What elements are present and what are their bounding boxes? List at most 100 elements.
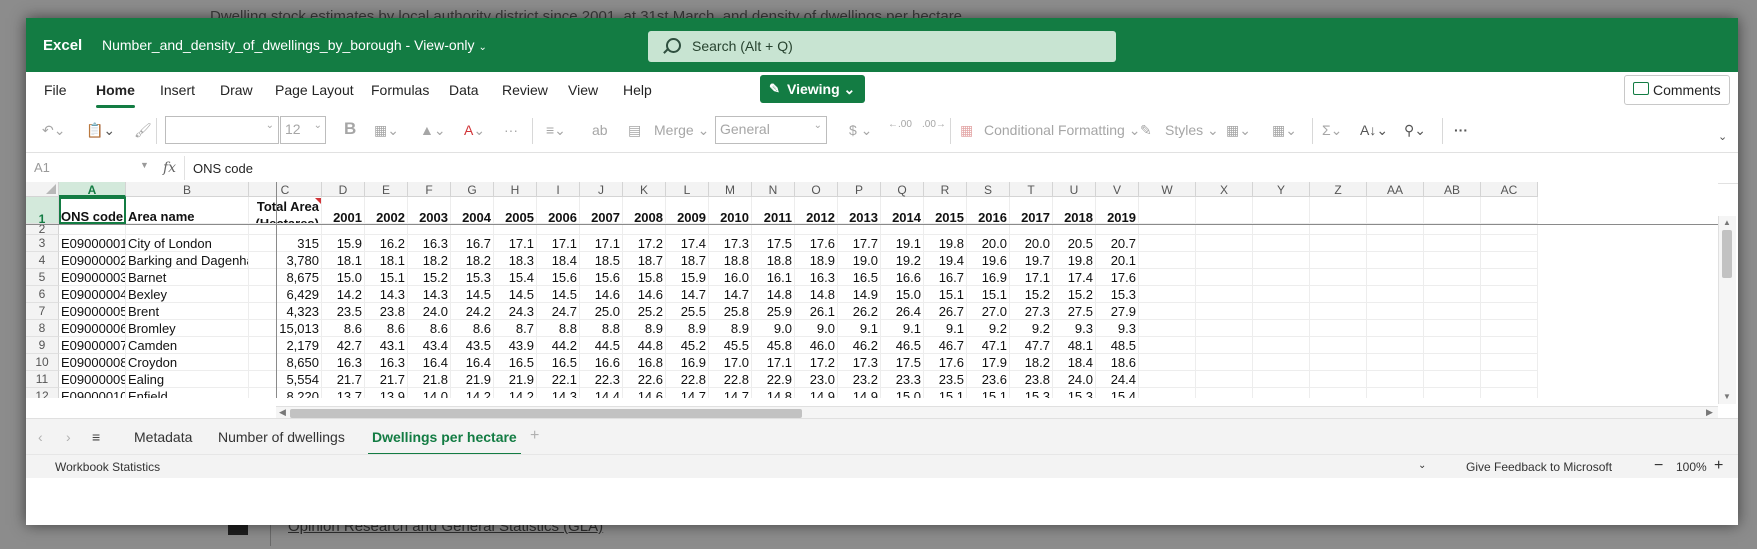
cell[interactable]: [1367, 388, 1424, 398]
align-icon[interactable]: ≡⌄: [546, 122, 566, 139]
cell[interactable]: [1310, 371, 1367, 388]
cell-density[interactable]: 16.8: [623, 354, 666, 371]
cell-density[interactable]: 14.7: [709, 388, 752, 398]
cell[interactable]: [1010, 224, 1053, 235]
cell-density[interactable]: 43.5: [451, 337, 494, 354]
cell[interactable]: [1253, 320, 1310, 337]
cell-density[interactable]: 16.2: [365, 235, 408, 252]
cell-density[interactable]: 18.8: [752, 252, 795, 269]
column-header[interactable]: AB: [1424, 182, 1481, 197]
cell-density[interactable]: 8.6: [365, 320, 408, 337]
font-name-box[interactable]: ⌄: [165, 116, 279, 144]
cell[interactable]: [1310, 303, 1367, 320]
cell-density[interactable]: 17.9: [967, 354, 1010, 371]
cell-density[interactable]: 16.3: [365, 354, 408, 371]
cell[interactable]: [1139, 388, 1196, 398]
cell-area-name-header[interactable]: Area name: [126, 197, 249, 224]
cell-density[interactable]: 14.7: [666, 388, 709, 398]
cell-density[interactable]: 17.7: [838, 235, 881, 252]
cell-density[interactable]: 8.6: [451, 320, 494, 337]
cell-density[interactable]: 43.9: [494, 337, 537, 354]
cell-density[interactable]: 9.0: [795, 320, 838, 337]
cell[interactable]: [1196, 354, 1253, 371]
cell-density[interactable]: 47.1: [967, 337, 1010, 354]
cell-density[interactable]: 17.1: [537, 235, 580, 252]
cell-density[interactable]: 14.9: [838, 388, 881, 398]
cell-year-header[interactable]: 2010: [709, 197, 752, 224]
row-header[interactable]: 1: [26, 197, 59, 226]
cell[interactable]: [537, 224, 580, 235]
cell-density[interactable]: 14.7: [709, 286, 752, 303]
add-sheet-button[interactable]: +: [530, 427, 539, 445]
styles-icon[interactable]: ✎: [1140, 122, 1152, 139]
name-box[interactable]: A1 ▼: [26, 156, 149, 180]
cell-density[interactable]: 24.7: [537, 303, 580, 320]
column-header[interactable]: Z: [1310, 182, 1367, 197]
cell-density[interactable]: 16.3: [322, 354, 365, 371]
cell[interactable]: [126, 224, 249, 235]
cell[interactable]: [1196, 224, 1253, 235]
cell[interactable]: [1253, 235, 1310, 252]
cell-density[interactable]: 14.8: [795, 286, 838, 303]
cell[interactable]: [1481, 269, 1538, 286]
cell[interactable]: [1053, 224, 1096, 235]
cell-density[interactable]: 43.1: [365, 337, 408, 354]
more-font-icon[interactable]: ···: [504, 122, 518, 138]
scroll-right-icon[interactable]: ▶: [1706, 407, 1713, 418]
cell-density[interactable]: 14.5: [494, 286, 537, 303]
cell-density[interactable]: 23.2: [838, 371, 881, 388]
cell-density[interactable]: 14.8: [752, 388, 795, 398]
cell[interactable]: [1424, 269, 1481, 286]
cell-ons-code[interactable]: E09000005: [59, 303, 126, 320]
column-header[interactable]: S: [967, 182, 1010, 197]
zoom-out-icon[interactable]: −: [1654, 457, 1663, 475]
format-table-icon[interactable]: ▦⌄: [1226, 122, 1251, 139]
cell[interactable]: [1481, 235, 1538, 252]
cell[interactable]: [1253, 252, 1310, 269]
find-icon[interactable]: ⚲⌄: [1404, 122, 1426, 139]
cell[interactable]: [1424, 235, 1481, 252]
cell-density[interactable]: 14.5: [537, 286, 580, 303]
cell[interactable]: [1139, 197, 1196, 224]
cell[interactable]: [1424, 224, 1481, 235]
cell-year-header[interactable]: 2002: [365, 197, 408, 224]
cell[interactable]: [1196, 303, 1253, 320]
cell-density[interactable]: 14.5: [451, 286, 494, 303]
cell-density[interactable]: 25.0: [580, 303, 623, 320]
column-header[interactable]: E: [365, 182, 408, 197]
zoom-in-icon[interactable]: +: [1714, 457, 1723, 475]
search-box[interactable]: Search (Alt + Q): [648, 31, 1116, 62]
cell[interactable]: [1367, 320, 1424, 337]
cell-density[interactable]: 14.0: [408, 388, 451, 398]
cell-density[interactable]: 8.8: [580, 320, 623, 337]
horizontal-scroll-thumb[interactable]: [290, 409, 802, 418]
cell-density[interactable]: 18.2: [451, 252, 494, 269]
cell-density[interactable]: 45.8: [752, 337, 795, 354]
column-header[interactable]: I: [537, 182, 580, 197]
scroll-down-icon[interactable]: ▼: [1723, 392, 1731, 401]
cell-density[interactable]: 17.3: [838, 354, 881, 371]
cell-density[interactable]: 16.5: [494, 354, 537, 371]
cell[interactable]: [1481, 286, 1538, 303]
cell-density[interactable]: 17.2: [623, 235, 666, 252]
vertical-scroll-thumb[interactable]: [1722, 230, 1732, 278]
cell[interactable]: [1253, 354, 1310, 371]
column-header[interactable]: U: [1053, 182, 1096, 197]
cell-density[interactable]: 44.5: [580, 337, 623, 354]
cell-density[interactable]: 20.7: [1096, 235, 1139, 252]
cell[interactable]: [1424, 252, 1481, 269]
conditional-formatting-icon[interactable]: ▦: [960, 122, 973, 139]
cell-density[interactable]: 16.3: [408, 235, 451, 252]
cell-total-area[interactable]: 4,323: [249, 303, 322, 320]
row-header[interactable]: 7: [26, 303, 59, 320]
cell-ons-code[interactable]: E09000009: [59, 371, 126, 388]
vertical-scrollbar[interactable]: ▲ ▼: [1718, 216, 1736, 404]
cell-ons-code[interactable]: E09000004: [59, 286, 126, 303]
cell-density[interactable]: 17.4: [1053, 269, 1096, 286]
cell-ons-code-header[interactable]: ONS code: [59, 197, 126, 224]
zoom-level[interactable]: 100%: [1676, 460, 1707, 474]
cell[interactable]: [1310, 337, 1367, 354]
column-header[interactable]: D: [322, 182, 365, 197]
cell[interactable]: [1424, 286, 1481, 303]
cell[interactable]: [1424, 371, 1481, 388]
